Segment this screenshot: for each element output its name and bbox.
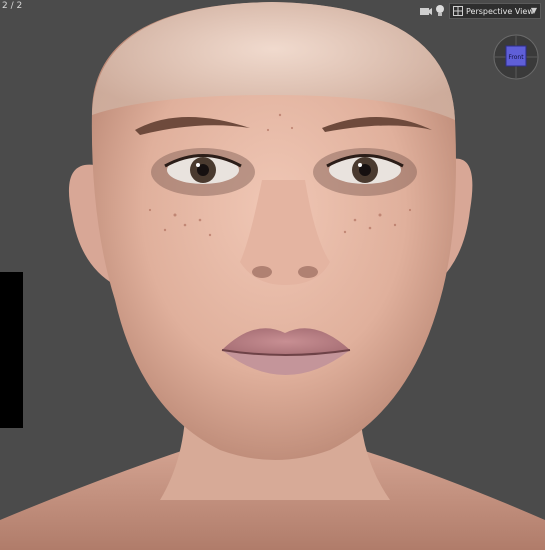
3d-viewport[interactable]: 2 / 2 Perspective View ▼ Front xyxy=(0,0,545,550)
chevron-down-icon: ▼ xyxy=(530,6,537,15)
camera-icon[interactable] xyxy=(419,4,433,18)
rendered-head-model xyxy=(0,2,545,550)
camera-view-label: Perspective View xyxy=(466,6,534,16)
nav-cube-front-label: Front xyxy=(508,54,524,61)
view-layout-icon xyxy=(453,6,463,16)
camera-view-dropdown[interactable]: Perspective View ▼ xyxy=(449,3,541,19)
frame-counter: 2 / 2 xyxy=(2,1,23,11)
view-navigation-cube[interactable]: Front xyxy=(492,33,540,81)
side-panel xyxy=(0,272,23,428)
light-icon[interactable] xyxy=(434,4,446,18)
